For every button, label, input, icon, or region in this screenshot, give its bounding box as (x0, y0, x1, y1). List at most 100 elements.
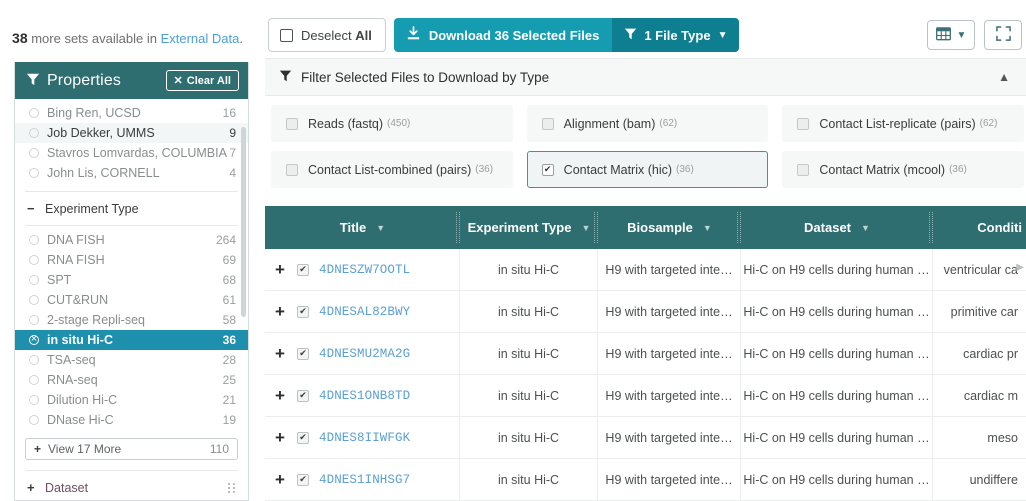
row-checkbox[interactable] (297, 305, 309, 318)
fullscreen-button[interactable] (984, 20, 1022, 50)
facet-item-john-lis[interactable]: John Lis, CORNELL 4 (15, 163, 248, 183)
facet-scrollbar[interactable] (241, 127, 246, 317)
cell-title: + 4DNES1INHSG7 (265, 458, 460, 501)
selected-radio-icon (29, 335, 39, 345)
chevron-right-icon[interactable]: ▶ (1016, 262, 1024, 273)
table-row[interactable]: + 4DNESMU2MA2G in situ Hi-C H9 with targ… (265, 332, 1026, 375)
facet-label: DNase Hi-C (47, 413, 114, 427)
accession-link[interactable]: 4DNES8IIWFGK (319, 431, 410, 445)
plus-icon[interactable]: + (275, 386, 287, 406)
radio-icon (29, 168, 39, 178)
funnel-icon (26, 72, 40, 89)
facet-item-stavros-lomvardas[interactable]: Stavros Lomvardas, COLUMBIA 7 (15, 143, 248, 163)
table-row[interactable]: + 4DNES1INHSG7 in situ Hi-C H9 with targ… (265, 458, 1026, 501)
table-row[interactable]: + 4DNESZW7OOTL in situ Hi-C H9 with targ… (265, 248, 1026, 291)
accession-link[interactable]: 4DNESAL82BWY (319, 305, 410, 319)
plus-icon[interactable]: + (275, 344, 287, 364)
plus-icon: + (34, 442, 42, 456)
filter-option-count: (36) (949, 164, 967, 175)
cell-experiment-type: in situ Hi-C (460, 332, 598, 375)
deselect-all-label: Deselect All (301, 27, 372, 43)
filter-option-label: Alignment (bam) (563, 116, 656, 131)
facet-item-cut-and-run[interactable]: CUT&RUN 61 (15, 290, 248, 310)
plus-icon[interactable]: + (275, 470, 287, 490)
plus-icon[interactable]: + (275, 260, 287, 280)
column-header-experiment-type[interactable]: Experiment Type ▼ (460, 206, 598, 249)
external-data-link[interactable]: External Data (161, 31, 240, 46)
clear-all-button[interactable]: ✕ Clear All (165, 70, 239, 91)
facet-label: DNA FISH (47, 233, 105, 247)
facet-group-dataset[interactable]: + Dataset (15, 471, 248, 501)
facet-item-rna-fish[interactable]: RNA FISH 69 (15, 250, 248, 270)
facet-item-dnase-hi-c[interactable]: DNase Hi-C 19 (15, 410, 248, 430)
column-header-label: Dataset (804, 220, 852, 235)
facet-item-rna-seq[interactable]: RNA-seq 25 (15, 370, 248, 390)
table-row[interactable]: + 4DNES1ONB8TD in situ Hi-C H9 with targ… (265, 374, 1026, 417)
download-label: Download 36 Selected Files (428, 27, 600, 43)
view-more-count: 110 (209, 442, 229, 456)
accession-link[interactable]: 4DNES1ONB8TD (319, 389, 410, 403)
facet-label: TSA-seq (47, 353, 96, 367)
facet-group-label: Experiment Type (45, 201, 139, 216)
row-checkbox[interactable] (297, 431, 309, 444)
download-selected-files-button[interactable]: Download 36 Selected Files (393, 18, 613, 52)
chevron-down-icon: ▼ (717, 29, 728, 41)
drag-grip-icon[interactable] (228, 482, 236, 493)
facet-count: 69 (222, 253, 236, 267)
table-row[interactable]: + 4DNESAL82BWY in situ Hi-C H9 with targ… (265, 290, 1026, 333)
chevron-up-icon[interactable]: ▲ (998, 70, 1010, 84)
facet-item-2-stage-repli-seq[interactable]: 2-stage Repli-seq 58 (15, 310, 248, 330)
facet-count: 21 (222, 393, 236, 407)
cell-dataset: Hi-C on H9 cells during human … (741, 290, 933, 333)
facet-item-tsa-seq[interactable]: TSA-seq 28 (15, 350, 248, 370)
accession-link[interactable]: 4DNESZW7OOTL (319, 263, 410, 277)
download-icon (406, 26, 421, 44)
row-checkbox[interactable] (297, 347, 309, 360)
table-body: + 4DNESZW7OOTL in situ Hi-C H9 with targ… (265, 248, 1026, 501)
plus-icon[interactable]: + (275, 302, 287, 322)
filter-option-count: (62) (979, 118, 998, 129)
facet-item-job-dekker[interactable]: Job Dekker, UMMS 9 (15, 123, 248, 143)
radio-icon (29, 295, 39, 305)
filter-panel-header[interactable]: Filter Selected Files to Download by Typ… (265, 59, 1026, 96)
cell-biosample: H9 with targeted inte… (598, 458, 741, 501)
deselect-all-button[interactable]: Deselect All (268, 18, 386, 52)
row-checkbox[interactable] (297, 389, 309, 402)
facet-label: John Lis, CORNELL (47, 166, 160, 180)
cell-biosample: H9 with targeted inte… (598, 374, 741, 417)
facet-group-experiment-type[interactable]: − Experiment Type (15, 192, 248, 225)
column-settings-button[interactable]: ▼ (927, 20, 975, 50)
view-more-button[interactable]: + View 17 More 110 (25, 438, 238, 460)
facet-item-bing-ren[interactable]: Bing Ren, UCSD 16 (15, 103, 248, 123)
filter-option-contact-matrix-hic[interactable]: Contact Matrix (hic) (36) (526, 151, 769, 188)
cell-dataset: Hi-C on H9 cells during human … (741, 458, 933, 501)
facet-item-spt[interactable]: SPT 68 (15, 270, 248, 290)
sort-caret-icon[interactable]: ▼ (376, 223, 385, 233)
facet-count: 4 (229, 166, 236, 180)
sort-caret-icon[interactable]: ▼ (703, 223, 712, 233)
accession-link[interactable]: 4DNESMU2MA2G (319, 347, 410, 361)
column-header-condition[interactable]: Conditi (933, 206, 1026, 249)
table-row[interactable]: + 4DNES8IIWFGK in situ Hi-C H9 with targ… (265, 416, 1026, 459)
sort-caret-icon[interactable]: ▼ (581, 223, 590, 233)
filter-option-contact-list-replicate[interactable]: Contact List-replicate (pairs) (62) (782, 105, 1025, 142)
accession-link[interactable]: 4DNES1INHSG7 (319, 473, 410, 487)
filter-option-contact-matrix-mcool[interactable]: Contact Matrix (mcool) (36) (782, 151, 1025, 188)
column-header-title[interactable]: Title ▼ (265, 206, 460, 249)
file-type-dropdown-button[interactable]: 1 File Type ▼ (612, 18, 740, 52)
column-header-biosample[interactable]: Biosample ▼ (598, 206, 741, 249)
filter-option-reads-fastq[interactable]: Reads (fastq) (450) (271, 105, 513, 142)
facet-item-in-situ-hi-c[interactable]: in situ Hi-C 36 (15, 330, 248, 350)
plus-icon[interactable]: + (275, 428, 287, 448)
facet-count: 28 (222, 353, 236, 367)
facet-item-dna-fish[interactable]: DNA FISH 264 (15, 230, 248, 250)
row-checkbox[interactable] (297, 263, 309, 276)
filter-option-contact-list-combined[interactable]: Contact List-combined (pairs) (36) (271, 151, 513, 188)
filter-option-alignment-bam[interactable]: Alignment (bam) (62) (526, 105, 769, 142)
column-header-dataset[interactable]: Dataset ▼ (741, 206, 933, 249)
facet-count: 25 (222, 373, 236, 387)
row-checkbox[interactable] (297, 473, 309, 486)
sort-caret-icon[interactable]: ▼ (861, 223, 870, 233)
table-columns-icon (935, 26, 951, 44)
facet-item-dilution-hi-c[interactable]: Dilution Hi-C 21 (15, 390, 248, 410)
